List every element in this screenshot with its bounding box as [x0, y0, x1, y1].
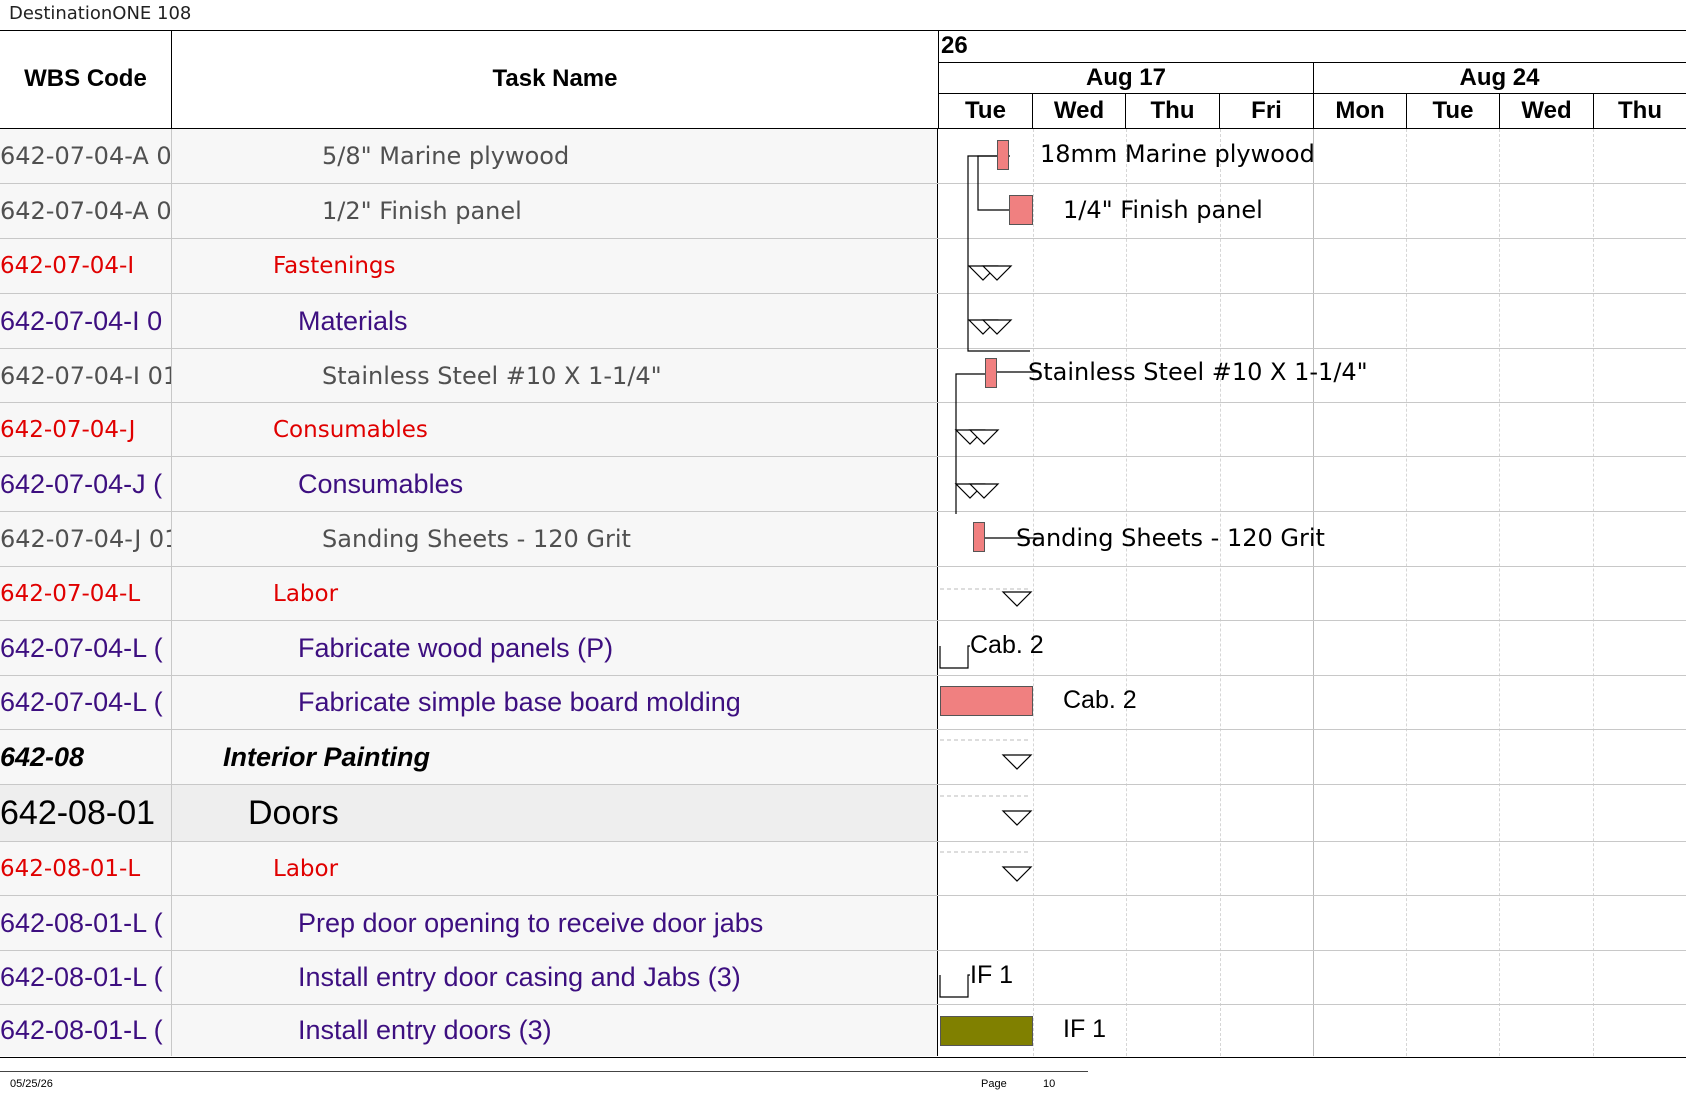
gantt-bar[interactable] [940, 686, 1033, 716]
gantt-label: IF 1 [970, 961, 1014, 989]
gantt-label: IF 1 [1063, 1015, 1107, 1043]
gantt-bar[interactable] [997, 140, 1009, 170]
gantt-bar[interactable] [985, 358, 997, 388]
gantt-label: Cab. 2 [1063, 686, 1137, 714]
gantt-bar[interactable] [940, 1016, 1033, 1046]
gantt-label: 1/4" Finish panel [1063, 196, 1263, 224]
gantt-label: Cab. 2 [970, 631, 1044, 659]
gantt-bar[interactable] [1009, 195, 1033, 225]
footer-page-number: 10 [1043, 1078, 1056, 1090]
summary-marker-icon [1001, 866, 1033, 882]
gantt-label: Stainless Steel #10 X 1-1/4" [1028, 358, 1368, 386]
footer-divider [0, 1071, 1088, 1072]
footer-page-label: Page [981, 1078, 1007, 1090]
footer-date: 05/25/26 [10, 1078, 53, 1090]
gantt-label: Sanding Sheets - 120 Grit [1016, 524, 1325, 552]
gantt-bar[interactable] [973, 522, 985, 552]
summary-marker-icon [1001, 754, 1033, 770]
summary-marker-icon [1001, 591, 1033, 607]
summary-marker-icon [1001, 810, 1033, 826]
gantt-connectors [939, 155, 1040, 998]
gantt-label: 18mm Marine plywood [1040, 140, 1315, 168]
